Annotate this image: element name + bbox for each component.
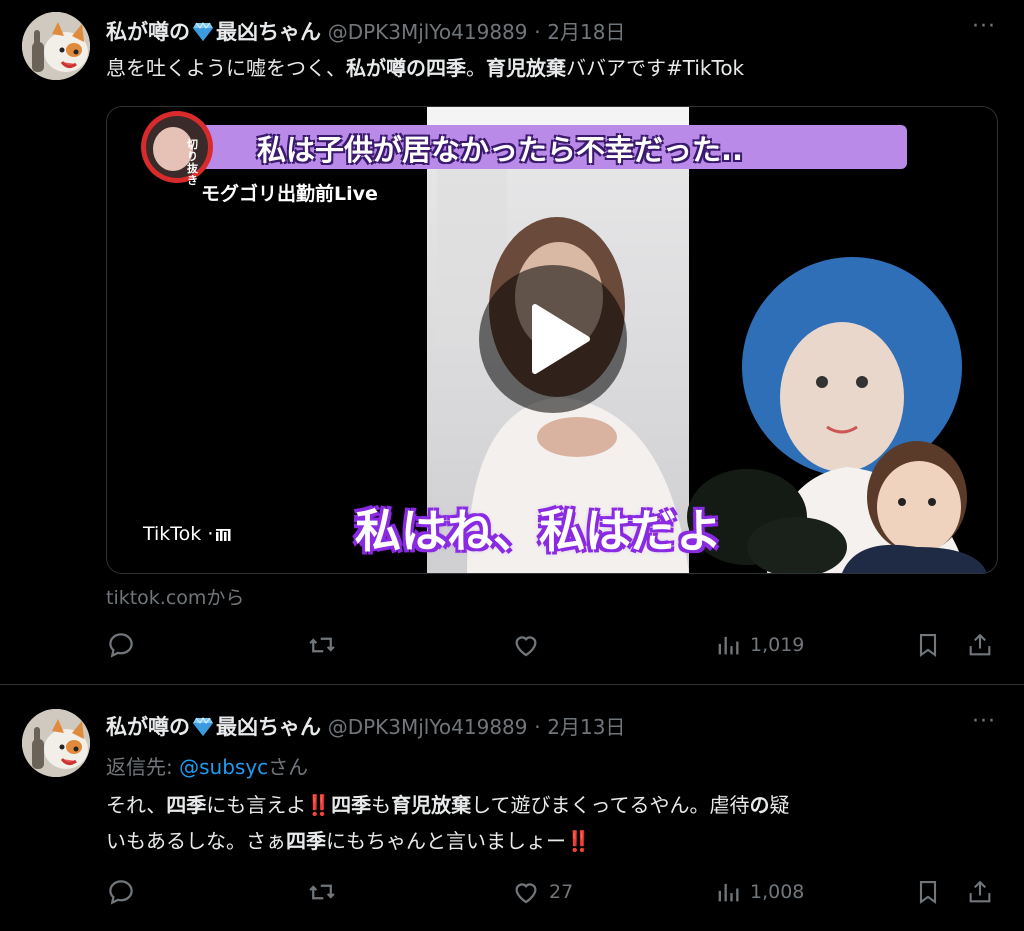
text-segment: 息を吐くように嘘をつく、 <box>106 56 346 80</box>
video-banner-text: 私は子供が居なかったら不幸だった.. <box>257 133 744 167</box>
author-name[interactable]: 私が噂の <box>106 20 190 44</box>
author-name-suffix[interactable]: 最凶ちゃん <box>216 715 321 739</box>
text-segment-bold: 四季 <box>166 793 207 817</box>
video-caption: 私はね、私はだよ <box>355 504 723 558</box>
heart-icon <box>515 883 537 904</box>
reply-icon <box>109 880 133 905</box>
play-button[interactable] <box>479 265 627 413</box>
action-bar: 1,019 <box>106 630 996 666</box>
action-bar: 27 1,008 <box>106 877 996 913</box>
tweet-date[interactable]: 2月18日 <box>547 20 625 44</box>
tweet-header: 私が噂の 最凶ちゃん @DPK3MjlYo419889 · 2月18日 <box>106 16 625 46</box>
likes-count: 27 <box>549 881 574 903</box>
like-button[interactable]: 27 <box>511 877 573 907</box>
bookmark-icon <box>919 634 937 657</box>
share-icon <box>969 633 991 656</box>
author-name[interactable]: 私が噂の <box>106 715 190 739</box>
heart-icon <box>515 636 537 657</box>
repost-icon <box>309 884 335 900</box>
tiktok-bars-icon <box>216 529 231 541</box>
more-options-icon[interactable]: ··· <box>972 14 996 39</box>
bookmark-icon <box>919 881 937 904</box>
bookmark-button[interactable] <box>914 630 942 660</box>
separator-dot: · <box>534 715 541 739</box>
more-options-icon[interactable]: ··· <box>972 709 996 734</box>
tweet-1[interactable]: 私が噂の 最凶ちゃん @DPK3MjlYo419889 · 2月18日 ··· 息… <box>0 0 1024 684</box>
tweet-header: 私が噂の 最凶ちゃん @DPK3MjlYo419889 · 2月13日 <box>106 711 625 741</box>
text-segment: 疑 <box>769 793 790 817</box>
text-segment-bold: 四季 <box>331 793 372 817</box>
text-segment: いもあるしな。さぁ <box>106 829 286 853</box>
double-exclamation-icon: ‼️ <box>566 829 591 853</box>
text-segment-bold: 育児放棄 <box>486 56 566 80</box>
text-segment: 。 <box>466 56 486 80</box>
views-button[interactable]: 1,008 <box>714 877 804 907</box>
video-sub-label: モグゴリ出勤前Live <box>201 183 378 205</box>
tweet-date[interactable]: 2月13日 <box>547 715 625 739</box>
reply-handle-link[interactable]: @subsyc <box>179 755 268 779</box>
text-segment: にも言えよ <box>206 793 307 817</box>
share-button[interactable] <box>966 877 994 907</box>
repost-button[interactable] <box>306 630 338 660</box>
play-icon <box>532 304 590 374</box>
views-count: 1,019 <box>750 634 805 656</box>
views-bar-icon <box>718 636 739 655</box>
text-segment: して遊びまくってるやん。虐待 <box>471 793 750 817</box>
author-handle[interactable]: @DPK3MjlYo419889 <box>328 715 528 739</box>
tweet-text-line-2: いもあるしな。さぁ四季にもちゃんと言いましょー‼️ <box>106 821 591 861</box>
platform-text: TikTok · <box>143 523 214 545</box>
text-segment-bold: 四季 <box>286 829 326 853</box>
views-button[interactable]: 1,019 <box>714 630 804 660</box>
bookmark-button[interactable] <box>914 877 942 907</box>
text-segment-bold: の <box>749 793 770 817</box>
author-handle[interactable]: @DPK3MjlYo419889 <box>328 20 528 44</box>
tweet-text-line-1: それ、四季にも言えよ‼️四季も育児放棄して遊びまくってるやん。虐待の疑 <box>106 785 790 825</box>
diamond-emoji-icon <box>193 22 213 41</box>
diamond-emoji-icon <box>193 717 213 736</box>
video-platform-label: TikTok · <box>143 523 233 545</box>
reply-suffix: さん <box>268 755 309 779</box>
repost-icon <box>309 637 335 653</box>
reply-button[interactable] <box>106 877 136 907</box>
avatar[interactable] <box>22 12 90 80</box>
share-icon <box>969 880 991 903</box>
tweet-2[interactable]: 私が噂の 最凶ちゃん @DPK3MjlYo419889 · 2月13日 ··· 返… <box>0 685 1024 931</box>
like-button[interactable] <box>511 630 541 660</box>
text-segment: ババアです#TikTok <box>566 56 745 80</box>
separator-dot: · <box>534 20 541 44</box>
text-segment: にもちゃんと言いましょー <box>326 829 566 853</box>
views-bar-icon <box>718 883 739 902</box>
tweet-text: 息を吐くように嘘をつく、私が噂の四季。育児放棄ババアです#TikTok <box>106 48 744 88</box>
share-button[interactable] <box>966 630 994 660</box>
reply-context: 返信先: @subsycさん <box>106 751 308 780</box>
reply-icon <box>109 633 133 658</box>
link-source[interactable]: tiktok.comから <box>106 583 244 610</box>
reply-label: 返信先: <box>106 755 180 779</box>
author-name-suffix[interactable]: 最凶ちゃん <box>216 20 321 44</box>
double-exclamation-icon: ‼️ <box>306 793 332 817</box>
text-segment-bold: 育児放棄 <box>391 793 472 817</box>
text-segment: も <box>371 793 392 817</box>
text-segment-bold: 私が噂の四季 <box>346 56 466 80</box>
text-segment: それ、 <box>106 793 167 817</box>
repost-button[interactable] <box>306 877 338 907</box>
avatar[interactable] <box>22 709 90 777</box>
views-count: 1,008 <box>750 881 805 903</box>
reply-button[interactable] <box>106 630 136 660</box>
video-card[interactable]: 私は子供が居なかったら不幸だった.. 切り抜き モグゴリ出勤前Live 私はね、… <box>106 106 998 574</box>
